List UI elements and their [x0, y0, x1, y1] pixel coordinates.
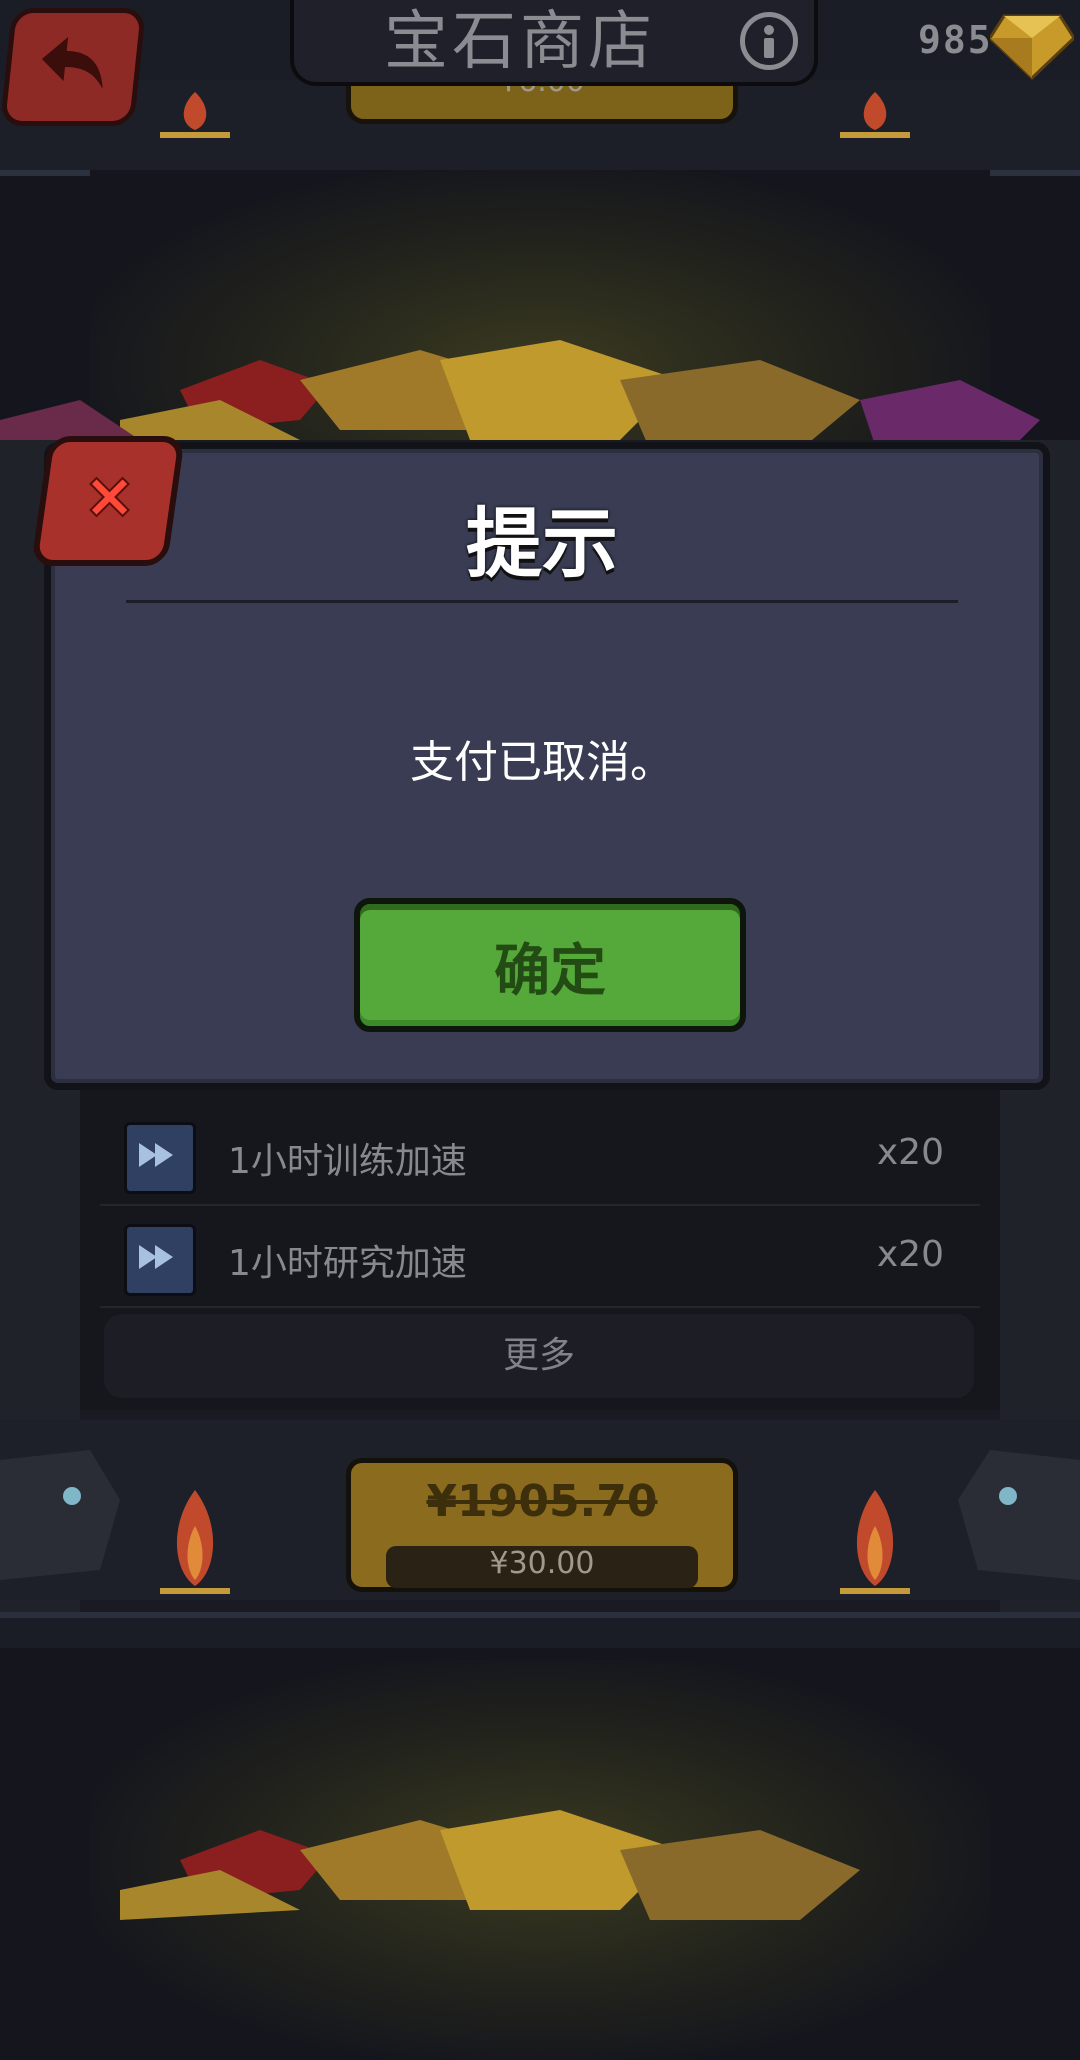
- sale-price: ¥30.00: [489, 1546, 595, 1581]
- back-arrow-icon: [41, 37, 103, 89]
- torch-icon: [160, 92, 230, 138]
- buy-floor: [0, 1612, 1080, 1648]
- torch-icon: [160, 1490, 230, 1594]
- dialog-message: 支付已取消。: [410, 737, 674, 788]
- training-speedup-icon: [124, 1122, 196, 1194]
- skull-statue-icon: [958, 1450, 1080, 1580]
- list-item: 1小时训练加速 x20: [100, 1108, 980, 1206]
- info-icon: [764, 25, 774, 58]
- gem-pile-image: [120, 1810, 860, 1920]
- torch-icon: [840, 1490, 910, 1594]
- dialog-divider: [126, 600, 958, 603]
- confirm-button-label: 确定: [494, 939, 606, 1004]
- page-title: 宝石商店: [384, 5, 656, 79]
- more-button[interactable]: 更多: [104, 1314, 974, 1398]
- item-qty: x20: [876, 1132, 944, 1173]
- item-qty: x20: [876, 1234, 944, 1275]
- info-button[interactable]: [740, 12, 798, 70]
- original-price: ¥1905.70: [426, 1476, 658, 1527]
- gem-count: 985: [918, 18, 993, 62]
- list-item: 1小时研究加速 x20: [100, 1210, 980, 1308]
- research-speedup-icon: [124, 1224, 196, 1296]
- close-icon: [89, 476, 130, 518]
- close-button[interactable]: [30, 436, 186, 566]
- torch-icon: [840, 92, 910, 138]
- dialog-title: 提示: [466, 499, 618, 588]
- gem-icon: [990, 14, 1074, 80]
- item-label: 1小时训练加速: [228, 1141, 467, 1182]
- back-button[interactable]: [0, 8, 147, 126]
- item-label: 1小时研究加速: [228, 1243, 467, 1284]
- skull-statue-icon: [0, 1450, 120, 1580]
